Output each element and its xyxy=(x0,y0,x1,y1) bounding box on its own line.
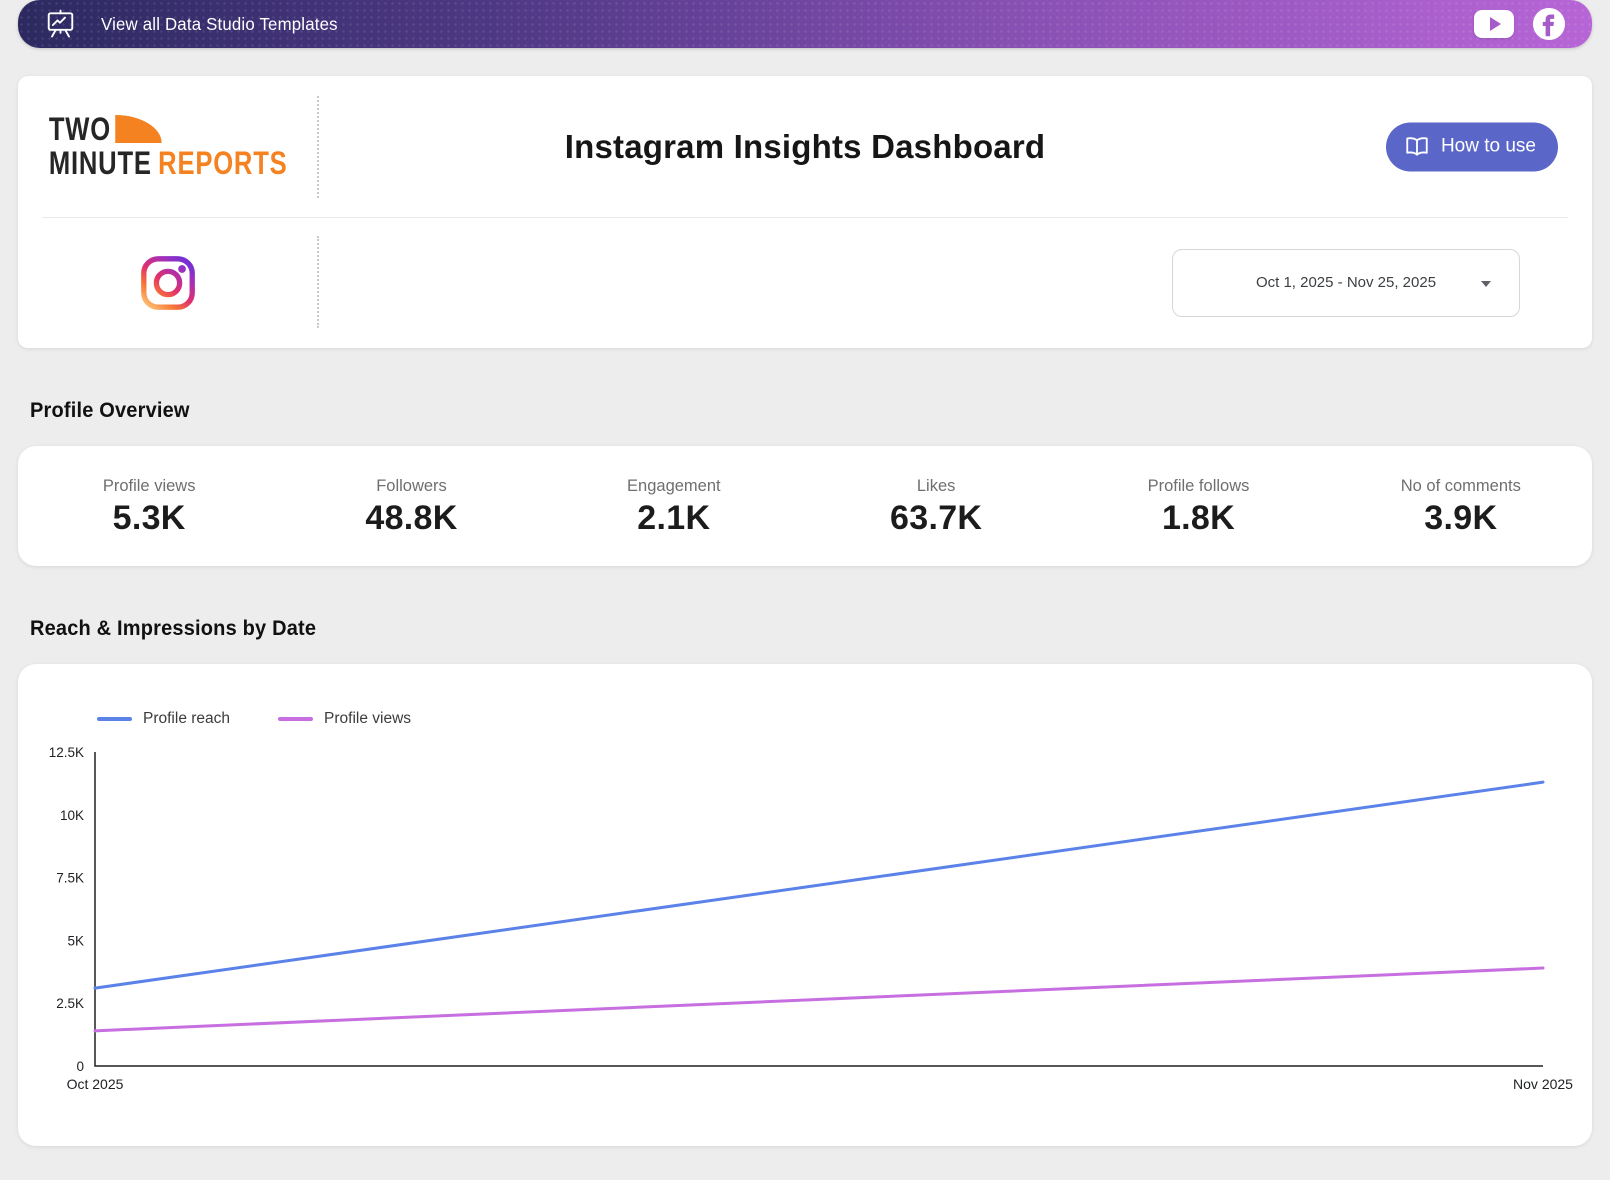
metric-label: Profile follows xyxy=(1067,477,1329,496)
svg-text:10K: 10K xyxy=(60,808,84,823)
legend-label: Profile views xyxy=(324,710,411,728)
metric-label: No of comments xyxy=(1330,477,1592,496)
metric-likes: Likes 63.7K xyxy=(805,475,1067,538)
reach-impressions-chart-card: 0 2.5K 5K 7.5K 10K 12.5K Oct 2025 Nov 2025 Prof… xyxy=(18,664,1592,1146)
metric-value: 1.8K xyxy=(1067,499,1329,538)
metric-value: 63.7K xyxy=(805,499,1067,538)
play-icon xyxy=(1490,17,1501,31)
vertical-dotted-divider xyxy=(317,96,319,198)
facebook-icon[interactable] xyxy=(1532,7,1566,41)
top-banner: View all Data Studio Templates xyxy=(18,0,1592,48)
section-heading-reach-impressions: Reach & Impressions by Date xyxy=(30,616,1592,641)
header-top-row: TWO MINUTE REPORTS Instagram Insights Da… xyxy=(18,76,1592,217)
metric-value: 5.3K xyxy=(18,499,280,538)
legend-item-profile-views: Profile views xyxy=(278,710,411,728)
legend-item-profile-reach: Profile reach xyxy=(97,710,230,728)
section-heading-profile-overview: Profile Overview xyxy=(30,398,1592,423)
banner-label: View all Data Studio Templates xyxy=(101,14,338,35)
logo-word-two: TWO xyxy=(49,113,111,147)
svg-text:0: 0 xyxy=(76,1059,84,1074)
open-book-icon xyxy=(1404,134,1430,160)
presentation-chart-icon xyxy=(44,8,77,41)
metric-profile-views: Profile views 5.3K xyxy=(18,475,280,538)
svg-text:7.5K: 7.5K xyxy=(56,871,84,886)
how-to-use-button[interactable]: How to use xyxy=(1386,122,1558,171)
banner-social-icons xyxy=(1474,7,1566,41)
legend-swatch xyxy=(97,717,132,721)
metric-label: Engagement xyxy=(543,477,805,496)
line-chart: 0 2.5K 5K 7.5K 10K 12.5K Oct 2025 Nov 2025 xyxy=(18,664,1592,1146)
view-all-templates-link[interactable]: View all Data Studio Templates xyxy=(44,8,348,41)
svg-text:2.5K: 2.5K xyxy=(56,996,84,1011)
logo-word-minute: MINUTE xyxy=(49,147,152,181)
metric-value: 3.9K xyxy=(1330,499,1592,538)
header-bottom-row: Oct 1, 2025 - Nov 25, 2025 xyxy=(18,217,1592,348)
logo-word-reports: REPORTS xyxy=(158,147,287,181)
chart-legend: Profile reach Profile views xyxy=(97,710,411,728)
metric-value: 48.8K xyxy=(280,499,542,538)
svg-text:12.5K: 12.5K xyxy=(49,745,84,760)
page: View all Data Studio Templates TWO xyxy=(0,0,1610,1146)
svg-text:5K: 5K xyxy=(67,933,84,948)
instagram-icon xyxy=(18,217,318,348)
logo-quarter-shape xyxy=(115,115,161,143)
date-range-value: Oct 1, 2025 - Nov 25, 2025 xyxy=(1256,274,1436,291)
metric-profile-follows: Profile follows 1.8K xyxy=(1067,475,1329,538)
two-minute-reports-logo: TWO MINUTE REPORTS xyxy=(18,76,318,217)
metric-label: Followers xyxy=(280,477,542,496)
date-range-selector[interactable]: Oct 1, 2025 - Nov 25, 2025 xyxy=(1172,249,1520,317)
header-card: TWO MINUTE REPORTS Instagram Insights Da… xyxy=(18,76,1592,348)
svg-text:Nov 2025: Nov 2025 xyxy=(1513,1076,1573,1092)
youtube-icon[interactable] xyxy=(1474,10,1514,38)
legend-label: Profile reach xyxy=(143,710,230,728)
legend-swatch xyxy=(278,717,313,721)
how-to-use-label: How to use xyxy=(1441,136,1536,158)
metric-label: Likes xyxy=(805,477,1067,496)
metrics-card: Profile views 5.3K Followers 48.8K Engag… xyxy=(18,446,1592,566)
metric-no-of-comments: No of comments 3.9K xyxy=(1330,475,1592,538)
metric-engagement: Engagement 2.1K xyxy=(543,475,805,538)
metric-label: Profile views xyxy=(18,477,280,496)
chevron-down-icon xyxy=(1481,281,1491,287)
svg-text:Oct 2025: Oct 2025 xyxy=(67,1076,124,1092)
metric-value: 2.1K xyxy=(543,499,805,538)
metric-followers: Followers 48.8K xyxy=(280,475,542,538)
